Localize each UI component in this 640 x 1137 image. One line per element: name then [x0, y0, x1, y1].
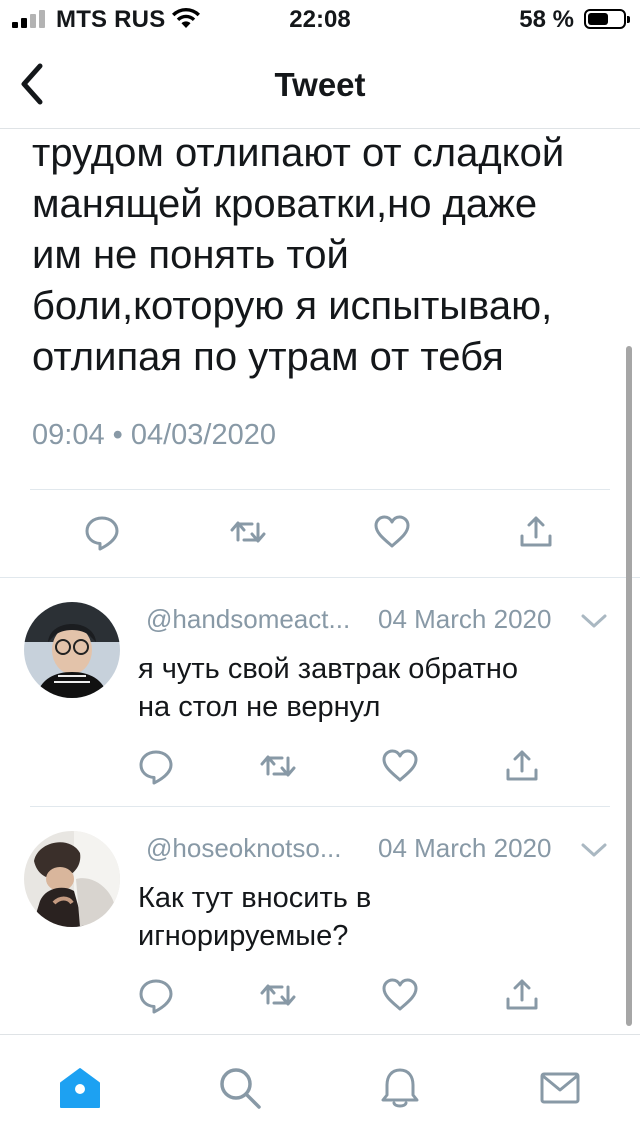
reply-icon[interactable]: [136, 746, 176, 786]
reply-item[interactable]: @hoseoknotso... 04 March 2020 Как тут вн…: [0, 807, 640, 1035]
battery-percent: 58 %: [519, 6, 574, 33]
reply-line: Как тут вносить в: [138, 882, 372, 914]
share-icon[interactable]: [502, 746, 542, 786]
retweet-icon[interactable]: [258, 975, 298, 1015]
tweet-line: отлипая по утрам от тебя: [32, 335, 504, 379]
reply-actions: [0, 746, 640, 806]
reply-date: 04 March 2020: [378, 604, 552, 634]
share-icon[interactable]: [502, 975, 542, 1015]
scrollbar[interactable]: [626, 346, 632, 1026]
avatar[interactable]: [24, 602, 120, 698]
reply-actions: [0, 975, 640, 1035]
like-icon[interactable]: [380, 975, 420, 1015]
reply-line: игнорируемые?: [138, 920, 349, 952]
tab-bar: [0, 1034, 640, 1137]
divider: [30, 489, 610, 490]
status-bar: MTS RUS 22:08 58 %: [0, 0, 640, 40]
reply-text: Как тут вносить в игнорируемые?: [138, 879, 371, 955]
tweet-line: манящей кроватки,но даже: [32, 182, 538, 226]
notifications-icon[interactable]: [377, 1065, 423, 1111]
reply-handle[interactable]: @hoseoknotso...: [146, 833, 342, 864]
reply-line: на стол не вернул: [138, 691, 381, 723]
retweet-icon[interactable]: [258, 746, 298, 786]
avatar[interactable]: [24, 831, 120, 927]
reply-handle[interactable]: @handsomeact...: [146, 604, 350, 635]
like-icon[interactable]: [372, 512, 412, 552]
home-icon[interactable]: [57, 1065, 103, 1111]
tweet-line: боли,которую я испытываю,: [32, 284, 553, 328]
reply-item[interactable]: @handsomeact... 04 March 2020 я чуть сво…: [0, 578, 640, 806]
tweet-actions: [0, 512, 640, 572]
reply-line: я чуть свой завтрак обратно: [138, 653, 519, 685]
tweet-timestamp: 09:04 • 04/03/2020: [32, 419, 276, 451]
reply-icon[interactable]: [136, 975, 176, 1015]
retweet-icon[interactable]: [228, 512, 268, 552]
messages-icon[interactable]: [537, 1065, 583, 1111]
reply-text: я чуть свой завтрак обратно на стол не в…: [138, 650, 518, 726]
page-title: Tweet: [274, 66, 366, 103]
chevron-down-icon[interactable]: [580, 611, 608, 631]
chevron-down-icon[interactable]: [580, 840, 608, 860]
share-icon[interactable]: [516, 512, 556, 552]
search-icon[interactable]: [217, 1065, 263, 1111]
reply-icon[interactable]: [82, 512, 122, 552]
like-icon[interactable]: [380, 746, 420, 786]
tweet-line: трудом отлипают от сладкой: [32, 131, 565, 175]
battery-icon: [584, 9, 630, 29]
reply-date: 04 March 2020: [378, 833, 552, 863]
tweet-line: им не понять той: [32, 233, 349, 277]
nav-header: Tweet: [0, 40, 640, 129]
tweet-text: трудом отлипают от сладкой манящей крова…: [32, 128, 622, 383]
